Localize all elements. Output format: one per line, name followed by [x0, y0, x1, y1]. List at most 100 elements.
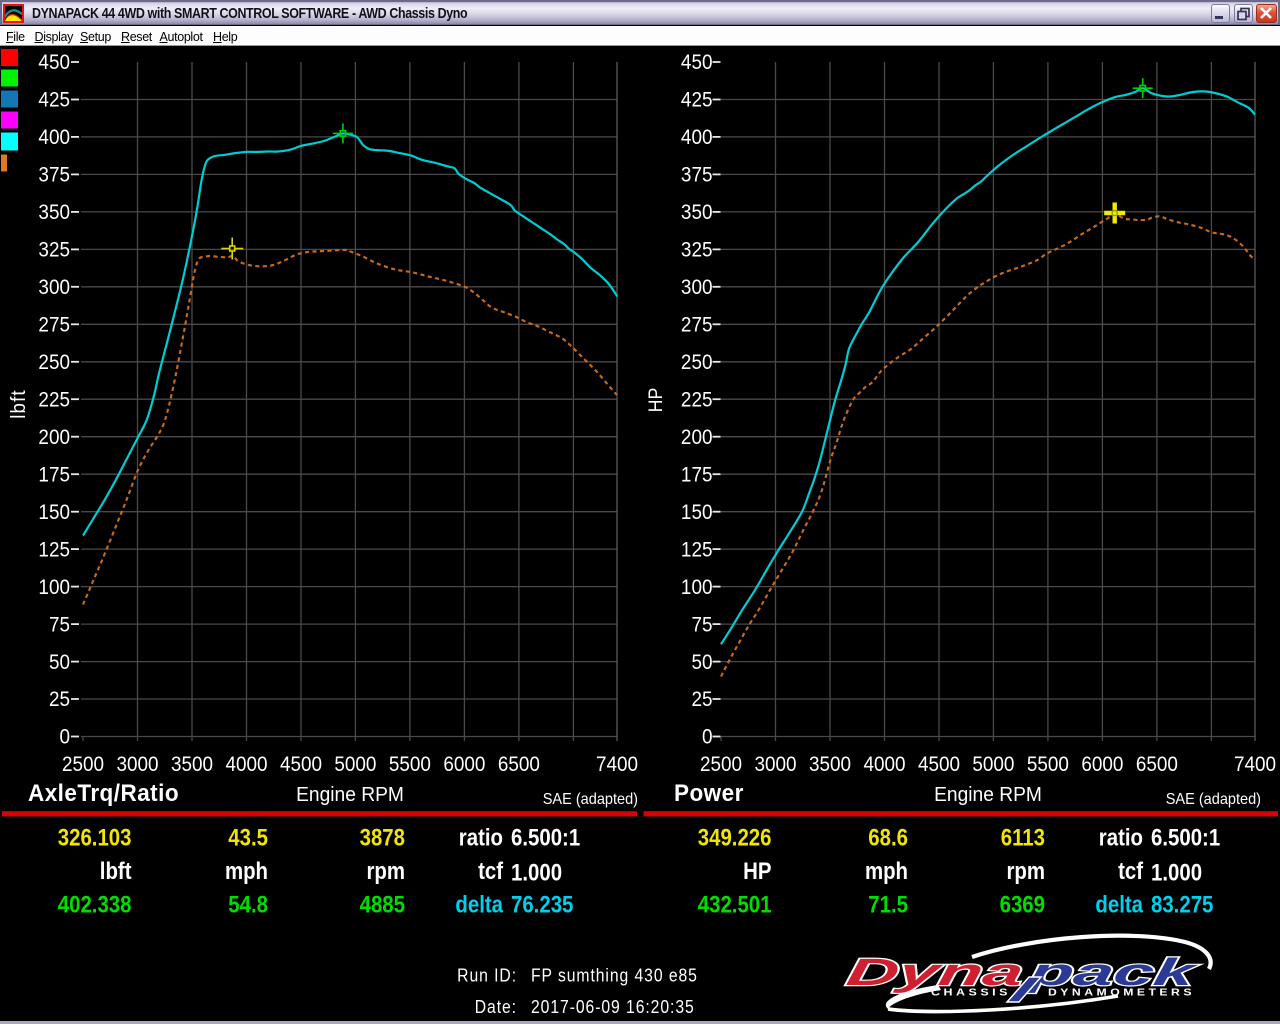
svg-text:AxleTrq/Ratio: AxleTrq/Ratio — [28, 779, 179, 806]
svg-text:54.8: 54.8 — [228, 891, 268, 918]
svg-text:450: 450 — [38, 51, 70, 74]
svg-text:450: 450 — [681, 51, 713, 74]
svg-text:Date:: Date: — [475, 996, 517, 1018]
svg-text:275: 275 — [681, 313, 713, 336]
svg-text:375: 375 — [681, 164, 713, 187]
svg-text:7400: 7400 — [1234, 753, 1276, 776]
svg-text:mph: mph — [865, 857, 908, 884]
svg-text:6369: 6369 — [1000, 891, 1045, 918]
svg-text:3500: 3500 — [809, 753, 851, 776]
svg-text:200: 200 — [38, 426, 70, 449]
svg-text:350: 350 — [38, 201, 70, 224]
svg-text:ratio: ratio — [1099, 824, 1143, 851]
svg-text:DYNAMOMETERS: DYNAMOMETERS — [1048, 987, 1195, 999]
svg-text:4000: 4000 — [863, 753, 905, 776]
svg-text:300: 300 — [681, 276, 713, 299]
svg-text:432.501: 432.501 — [698, 891, 772, 918]
svg-text:4500: 4500 — [280, 753, 322, 776]
svg-text:43.5: 43.5 — [228, 824, 268, 851]
svg-text:3500: 3500 — [171, 753, 213, 776]
svg-text:6000: 6000 — [443, 753, 485, 776]
svg-text:1.000: 1.000 — [511, 859, 562, 886]
svg-text:7400: 7400 — [596, 753, 638, 776]
svg-text:150: 150 — [681, 501, 713, 524]
svg-text:225: 225 — [38, 388, 70, 411]
svg-text:350: 350 — [681, 201, 713, 224]
svg-text:125: 125 — [681, 538, 713, 561]
svg-text:100: 100 — [38, 576, 70, 599]
svg-text:300: 300 — [38, 276, 70, 299]
svg-text:125: 125 — [38, 538, 70, 561]
svg-text:3000: 3000 — [116, 753, 158, 776]
svg-text:0: 0 — [702, 726, 713, 749]
svg-text:25: 25 — [691, 688, 712, 711]
svg-text:250: 250 — [38, 351, 70, 374]
svg-text:lbft: lbft — [100, 857, 132, 884]
svg-text:425: 425 — [38, 89, 70, 112]
svg-text:ratio: ratio — [459, 824, 503, 851]
svg-text:0: 0 — [59, 726, 70, 749]
svg-text:6500: 6500 — [498, 753, 540, 776]
svg-text:275: 275 — [38, 313, 70, 336]
svg-text:SAE (adapted): SAE (adapted) — [543, 791, 638, 809]
svg-text:5000: 5000 — [334, 753, 376, 776]
svg-text:delta: delta — [455, 891, 503, 918]
svg-text:rpm: rpm — [1006, 857, 1045, 884]
svg-text:349.226: 349.226 — [698, 824, 772, 851]
svg-text:375: 375 — [38, 164, 70, 187]
svg-text:75: 75 — [691, 613, 712, 636]
svg-text:150: 150 — [38, 501, 70, 524]
svg-text:50: 50 — [691, 651, 712, 674]
svg-text:71.5: 71.5 — [868, 891, 908, 918]
svg-text:6.500:1: 6.500:1 — [1151, 824, 1220, 851]
svg-text:3878: 3878 — [360, 824, 405, 851]
svg-text:326.103: 326.103 — [58, 824, 132, 851]
svg-text:400: 400 — [38, 126, 70, 149]
svg-text:402.338: 402.338 — [58, 891, 132, 918]
svg-text:2500: 2500 — [700, 753, 742, 776]
svg-text:6113: 6113 — [1001, 824, 1045, 851]
svg-text:6500: 6500 — [1136, 753, 1178, 776]
svg-text:Engine RPM: Engine RPM — [296, 783, 404, 806]
svg-text:delta: delta — [1095, 891, 1143, 918]
svg-text:5000: 5000 — [972, 753, 1014, 776]
svg-text:HP: HP — [644, 388, 666, 413]
svg-text:2017-06-09 16:20:35: 2017-06-09 16:20:35 — [531, 996, 695, 1018]
svg-text:Engine RPM: Engine RPM — [934, 783, 1042, 806]
svg-text:25: 25 — [49, 688, 70, 711]
svg-text:1.000: 1.000 — [1151, 859, 1202, 886]
svg-text:100: 100 — [681, 576, 713, 599]
svg-text:400: 400 — [681, 126, 713, 149]
svg-text:rpm: rpm — [366, 857, 405, 884]
svg-text:6.500:1: 6.500:1 — [511, 824, 580, 851]
svg-text:tcf: tcf — [1118, 857, 1143, 884]
svg-text:lbft: lbft — [7, 389, 30, 419]
svg-text:4885: 4885 — [360, 891, 405, 918]
svg-text:250: 250 — [681, 351, 713, 374]
svg-text:4500: 4500 — [918, 753, 960, 776]
svg-text:5500: 5500 — [389, 753, 431, 776]
svg-text:175: 175 — [681, 463, 713, 486]
svg-text:76.235: 76.235 — [511, 891, 573, 918]
svg-text:5500: 5500 — [1027, 753, 1069, 776]
svg-text:SAE (adapted): SAE (adapted) — [1166, 791, 1261, 809]
svg-text:HP: HP — [743, 857, 771, 884]
svg-text:200: 200 — [681, 426, 713, 449]
svg-text:225: 225 — [681, 388, 713, 411]
svg-text:68.6: 68.6 — [868, 824, 908, 851]
svg-text:4000: 4000 — [225, 753, 267, 776]
svg-text:6000: 6000 — [1081, 753, 1123, 776]
svg-text:83.275: 83.275 — [1151, 891, 1213, 918]
svg-text:mph: mph — [225, 857, 268, 884]
svg-text:325: 325 — [38, 239, 70, 262]
svg-text:425: 425 — [681, 89, 713, 112]
svg-text:175: 175 — [38, 463, 70, 486]
svg-text:CHASSIS: CHASSIS — [931, 987, 1011, 999]
svg-text:tcf: tcf — [478, 857, 503, 884]
svg-text:325: 325 — [681, 239, 713, 262]
svg-text:Power: Power — [674, 779, 744, 806]
svg-text:75: 75 — [49, 613, 70, 636]
svg-text:2500: 2500 — [62, 753, 104, 776]
svg-text:50: 50 — [49, 651, 70, 674]
svg-text:Run ID:: Run ID: — [457, 964, 517, 986]
